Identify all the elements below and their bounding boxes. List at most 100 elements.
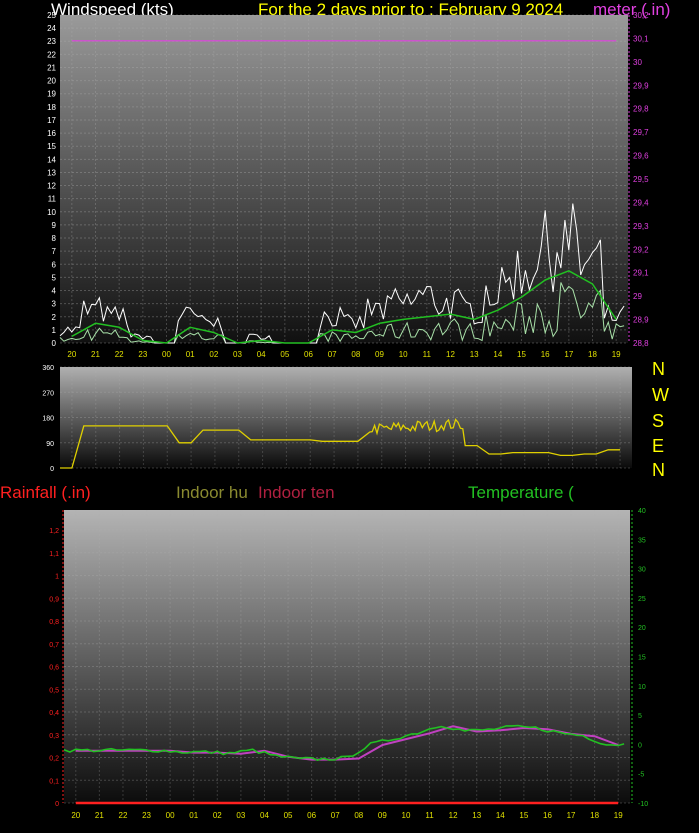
temperature-y-tick: -10	[638, 801, 648, 808]
windspeed-x-tick: 22	[115, 350, 124, 359]
windspeed-y-tick: 7	[52, 247, 57, 256]
barometer-y-tick: 30	[633, 58, 642, 67]
windspeed-x-tick: 08	[351, 350, 360, 359]
rainfall-y-tick: 0,7	[49, 642, 59, 649]
windspeed-x-tick: 06	[304, 350, 313, 359]
temperature-x-tick: 16	[543, 811, 552, 820]
windspeed-y-tick: 12	[47, 182, 56, 191]
barometer-y-tick: 30,2	[633, 11, 649, 20]
direction-y-tick: 360	[42, 365, 54, 372]
temperature-y-tick: 0	[638, 742, 642, 749]
temperature-x-tick: 04	[260, 811, 269, 820]
temperature-y-tick: 20	[638, 625, 646, 632]
windspeed-y-tick: 6	[52, 260, 57, 269]
windspeed-y-tick: 1	[52, 326, 57, 335]
temperature-x-tick: 12	[449, 811, 458, 820]
temperature-x-tick: 02	[213, 811, 222, 820]
temperature-y-tick: 5	[638, 713, 642, 720]
windspeed-y-tick: 10	[47, 208, 56, 217]
temperature-x-tick: 06	[307, 811, 316, 820]
windspeed-y-tick: 17	[47, 116, 56, 125]
temperature-x-tick: 08	[354, 811, 363, 820]
rainfall-y-tick: 1,2	[49, 528, 59, 535]
barometer-y-tick: 28,9	[633, 316, 649, 325]
windspeed-x-tick: 14	[493, 350, 502, 359]
windspeed-x-tick: 00	[162, 350, 171, 359]
windspeed-plot-area	[60, 15, 628, 343]
rainfall-y-tick: 0,3	[49, 733, 59, 740]
windspeed-y-tick: 16	[47, 129, 56, 138]
windspeed-y-tick: 8	[52, 234, 57, 243]
windspeed-x-tick: 09	[375, 350, 384, 359]
temperature-x-tick: 05	[284, 811, 293, 820]
windspeed-y-tick: 2	[52, 313, 57, 322]
windspeed-y-tick: 9	[52, 221, 57, 230]
charts-canvas: 0123456789101112131415161718192021222324…	[42, 11, 649, 820]
windspeed-x-tick: 10	[399, 350, 408, 359]
windspeed-x-tick: 02	[209, 350, 218, 359]
temperature-x-tick: 11	[425, 811, 434, 820]
direction-y-tick: 0	[50, 466, 54, 473]
rainfall-y-tick: 0,4	[49, 710, 59, 717]
temperature-x-tick: 14	[496, 811, 505, 820]
barometer-y-tick: 28,8	[633, 339, 649, 348]
windspeed-x-tick: 13	[470, 350, 479, 359]
temperature-x-tick: 15	[519, 811, 528, 820]
rainfall-y-tick: 0,1	[49, 778, 59, 785]
temperature-x-tick: 07	[331, 811, 340, 820]
direction-y-tick: 270	[42, 390, 54, 397]
temperature-y-tick: 10	[638, 684, 646, 691]
barometer-y-tick: 29,9	[633, 81, 649, 90]
temperature-x-tick: 21	[95, 811, 104, 820]
windspeed-y-tick: 5	[52, 273, 57, 282]
windspeed-y-tick: 18	[47, 103, 56, 112]
rainfall-y-tick: 1,1	[49, 551, 59, 558]
temperature-y-tick: 35	[638, 537, 646, 544]
windspeed-x-tick: 12	[446, 350, 455, 359]
rainfall-y-tick: 0,6	[49, 665, 59, 672]
barometer-y-tick: 29,6	[633, 152, 649, 161]
windspeed-y-tick: 0	[52, 339, 57, 348]
windspeed-y-tick: 11	[48, 195, 57, 204]
barometer-y-tick: 29,8	[633, 105, 649, 114]
temperature-x-tick: 18	[590, 811, 599, 820]
barometer-y-tick: 29,7	[633, 128, 649, 137]
windspeed-x-tick: 01	[186, 350, 195, 359]
temperature-x-tick: 17	[567, 811, 576, 820]
rainfall-y-tick: 1	[55, 574, 59, 581]
windspeed-x-tick: 21	[91, 350, 100, 359]
barometer-y-tick: 29,5	[633, 175, 649, 184]
rainfall-y-tick: 0,5	[49, 687, 59, 694]
windspeed-chart: 0123456789101112131415161718192021222324…	[47, 11, 649, 359]
windspeed-y-tick: 4	[52, 287, 57, 296]
windspeed-x-tick: 16	[541, 350, 550, 359]
windspeed-x-tick: 04	[257, 350, 266, 359]
windspeed-y-tick: 22	[47, 50, 56, 59]
temperature-y-tick: 40	[638, 508, 646, 515]
windspeed-x-tick: 03	[233, 350, 242, 359]
windspeed-x-tick: 17	[564, 350, 573, 359]
barometer-y-tick: 29,4	[633, 198, 649, 207]
windspeed-y-tick: 3	[52, 300, 57, 309]
windspeed-x-tick: 15	[517, 350, 526, 359]
windspeed-y-tick: 25	[47, 11, 56, 20]
windspeed-x-tick: 05	[280, 350, 289, 359]
temperature-x-tick: 09	[378, 811, 387, 820]
windspeed-y-tick: 19	[47, 90, 56, 99]
windspeed-x-tick: 18	[588, 350, 597, 359]
temperature-x-tick: 01	[189, 811, 198, 820]
temperature-x-tick: 22	[119, 811, 128, 820]
windspeed-x-tick: 11	[423, 350, 432, 359]
direction-y-tick: 90	[46, 441, 54, 448]
barometer-y-tick: 30,1	[633, 34, 649, 43]
temperature-x-tick: 19	[614, 811, 623, 820]
windspeed-y-tick: 13	[47, 168, 56, 177]
rainfall-y-tick: 0,9	[49, 596, 59, 603]
temperature-x-tick: 23	[142, 811, 151, 820]
temperature-y-tick: -5	[638, 772, 644, 779]
direction-y-tick: 180	[42, 416, 54, 423]
windspeed-x-tick: 20	[67, 350, 76, 359]
barometer-y-tick: 29,1	[633, 269, 649, 278]
windspeed-y-tick: 15	[47, 142, 56, 151]
windspeed-x-tick: 23	[138, 350, 147, 359]
